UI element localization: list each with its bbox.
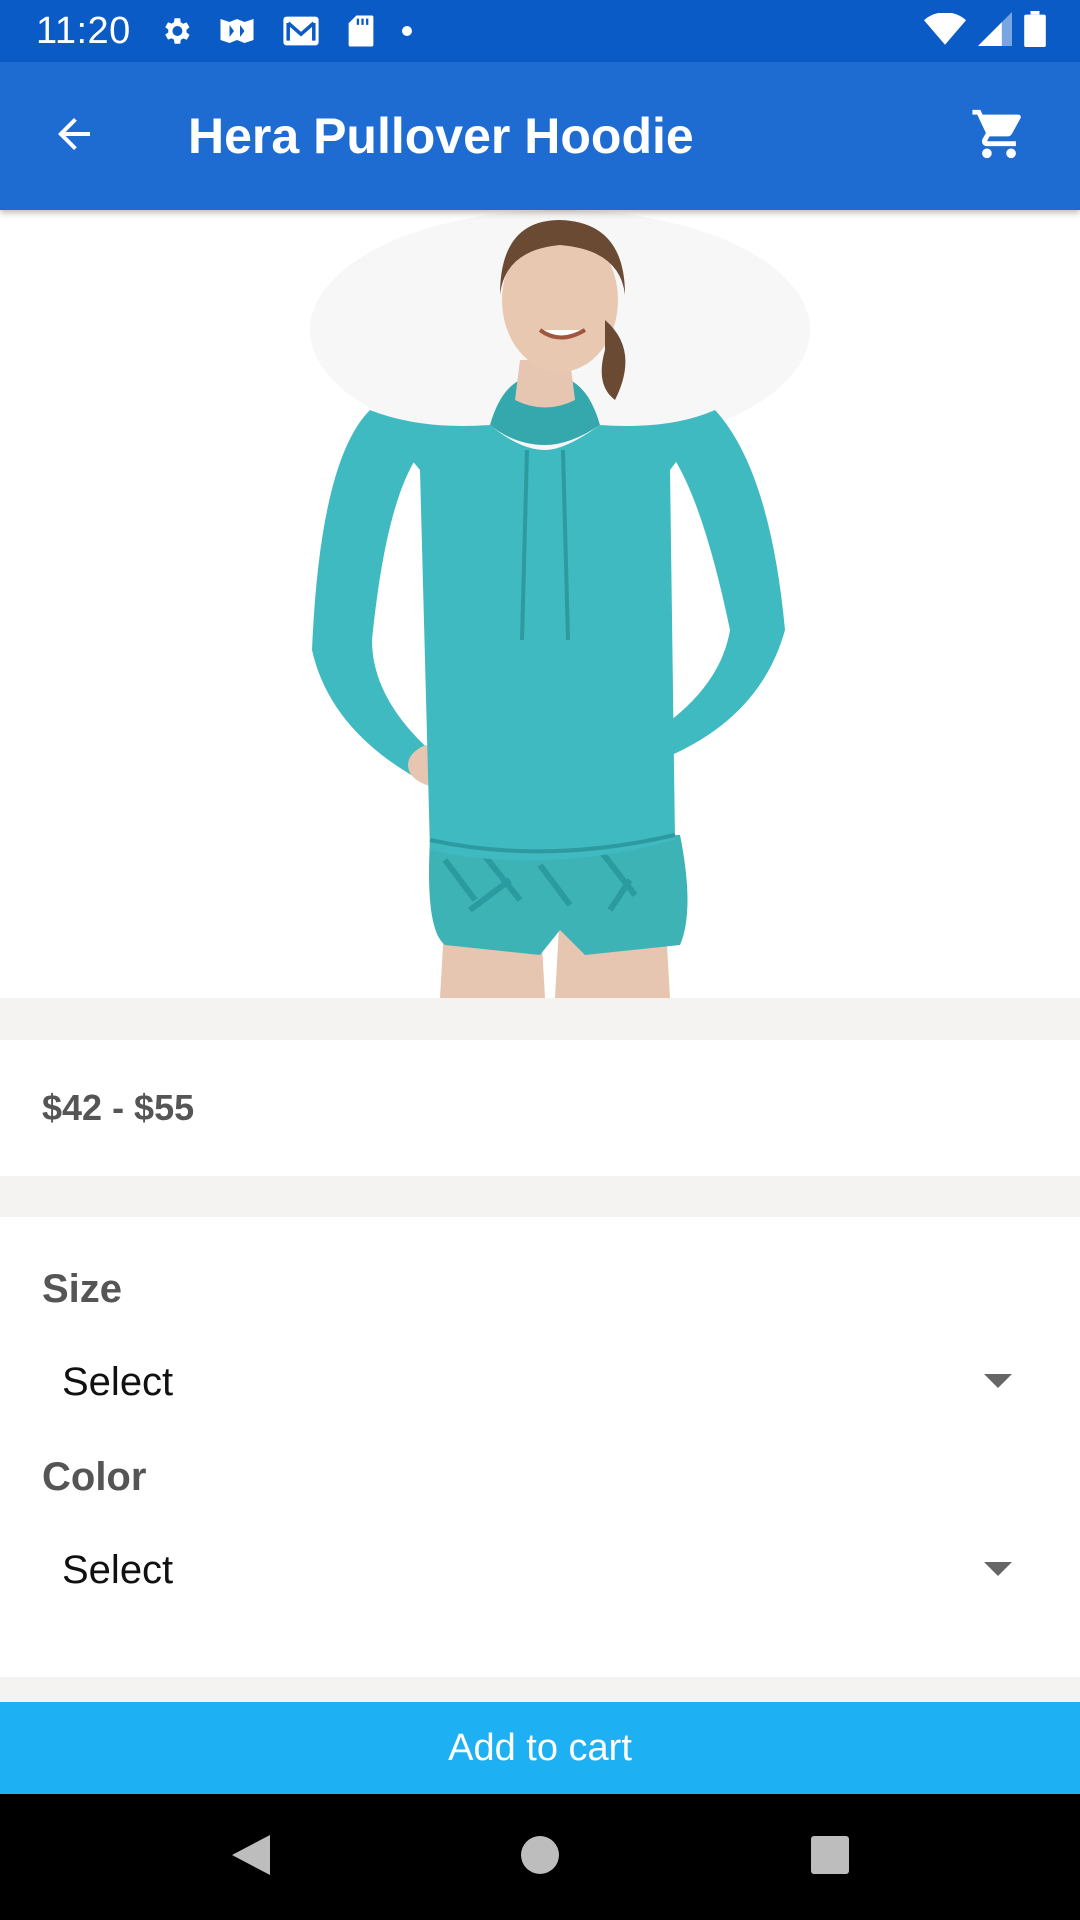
- cart-button[interactable]: [954, 91, 1044, 181]
- arrow-back-icon: [50, 110, 98, 163]
- size-dropdown[interactable]: Select: [42, 1337, 1012, 1427]
- add-to-cart-button[interactable]: Add to cart: [0, 1702, 1080, 1794]
- app-bar: Hera Pullover Hoodie: [0, 62, 1080, 210]
- section-divider: [0, 1677, 1080, 1702]
- section-divider: [0, 998, 1080, 1040]
- size-label: Size: [42, 1267, 123, 1311]
- gmail-icon: [281, 15, 321, 47]
- size-selected-value: Select: [62, 1359, 174, 1404]
- price-section: $42 - $55: [0, 1040, 1080, 1176]
- price-range: $42 - $55: [42, 1087, 195, 1128]
- back-button[interactable]: [24, 86, 124, 186]
- color-label: Color: [42, 1455, 147, 1499]
- system-icons: [924, 10, 1046, 52]
- nav-home-button[interactable]: [480, 1807, 600, 1907]
- system-nav-bar: [0, 1794, 1080, 1920]
- nav-back-button[interactable]: [190, 1807, 310, 1907]
- notification-icons: [159, 14, 413, 48]
- nav-recents-button[interactable]: [770, 1807, 890, 1907]
- dot-icon: [401, 25, 413, 37]
- news-icon: [219, 16, 255, 46]
- wifi-icon: [924, 11, 966, 50]
- status-bar: 11:20: [0, 0, 1080, 62]
- battery-icon: [1024, 10, 1046, 52]
- section-divider: [0, 1176, 1080, 1217]
- dropdown-arrow-icon: [984, 1560, 1012, 1581]
- status-time: 11:20: [36, 9, 131, 52]
- sd-card-icon: [347, 14, 375, 48]
- nav-back-icon: [228, 1831, 272, 1884]
- product-photo: [310, 210, 810, 998]
- signal-icon: [978, 11, 1012, 51]
- nav-home-icon: [520, 1835, 560, 1880]
- gear-icon: [159, 14, 193, 48]
- options-section: Size Select Color Select: [0, 1217, 1080, 1677]
- color-selected-value: Select: [62, 1547, 174, 1592]
- dropdown-arrow-icon: [984, 1372, 1012, 1393]
- shopping-cart-icon: [970, 105, 1028, 168]
- color-dropdown[interactable]: Select: [42, 1525, 1012, 1615]
- product-image-carousel[interactable]: [0, 210, 1080, 998]
- nav-recents-icon: [810, 1835, 850, 1880]
- page-title: Hera Pullover Hoodie: [188, 108, 694, 164]
